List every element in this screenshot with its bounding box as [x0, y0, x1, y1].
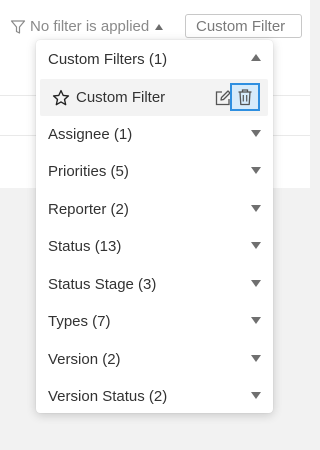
section-label: Status Stage (3): [48, 275, 157, 293]
custom-filter-button[interactable]: Custom Filter: [185, 14, 302, 38]
section-status[interactable]: Status (13): [36, 228, 273, 264]
section-label: Version Status (2): [48, 387, 168, 405]
trash-icon: [238, 89, 252, 106]
custom-filter-item[interactable]: Custom Filter: [40, 79, 268, 116]
section-reporter[interactable]: Reporter (2): [36, 191, 273, 227]
section-version-status[interactable]: Version Status (2): [36, 378, 273, 414]
expand-arrow-icon: [251, 280, 261, 287]
expand-arrow-icon: [251, 130, 261, 137]
collapse-arrow-icon: [251, 54, 261, 61]
section-label: Custom Filters (1): [48, 50, 168, 68]
expand-arrow-icon: [251, 317, 261, 324]
section-label: Types (7): [48, 312, 111, 330]
star-outline-icon[interactable]: [52, 89, 70, 107]
filter-bar: No filter is applied Custom Filter: [0, 0, 310, 40]
section-version[interactable]: Version (2): [36, 341, 273, 377]
delete-filter-button[interactable]: [230, 83, 260, 111]
expand-arrow-icon: [251, 167, 261, 174]
expand-arrow-icon: [251, 355, 261, 362]
section-label: Assignee (1): [48, 125, 133, 143]
filter-status-text: No filter is applied: [30, 18, 150, 35]
expand-arrow-icon: [251, 205, 261, 212]
filter-dropdown-toggle[interactable]: No filter is applied: [10, 18, 164, 35]
caret-up-icon: [155, 24, 164, 30]
section-types[interactable]: Types (7): [36, 303, 273, 339]
section-label: Reporter (2): [48, 200, 129, 218]
section-priorities[interactable]: Priorities (5): [36, 153, 273, 189]
section-status-stage[interactable]: Status Stage (3): [36, 266, 273, 302]
expand-arrow-icon: [251, 392, 261, 399]
section-custom-filters[interactable]: Custom Filters (1): [36, 41, 273, 77]
section-label: Priorities (5): [48, 162, 129, 180]
section-label: Status (13): [48, 237, 122, 255]
section-label: Version (2): [48, 350, 121, 368]
custom-filter-label: Custom Filter: [76, 89, 166, 106]
filter-dropdown-panel: Custom Filters (1) Custom Filter Assigne…: [36, 40, 273, 413]
section-assignee[interactable]: Assignee (1): [36, 116, 273, 152]
expand-arrow-icon: [251, 242, 261, 249]
funnel-icon: [10, 19, 26, 34]
